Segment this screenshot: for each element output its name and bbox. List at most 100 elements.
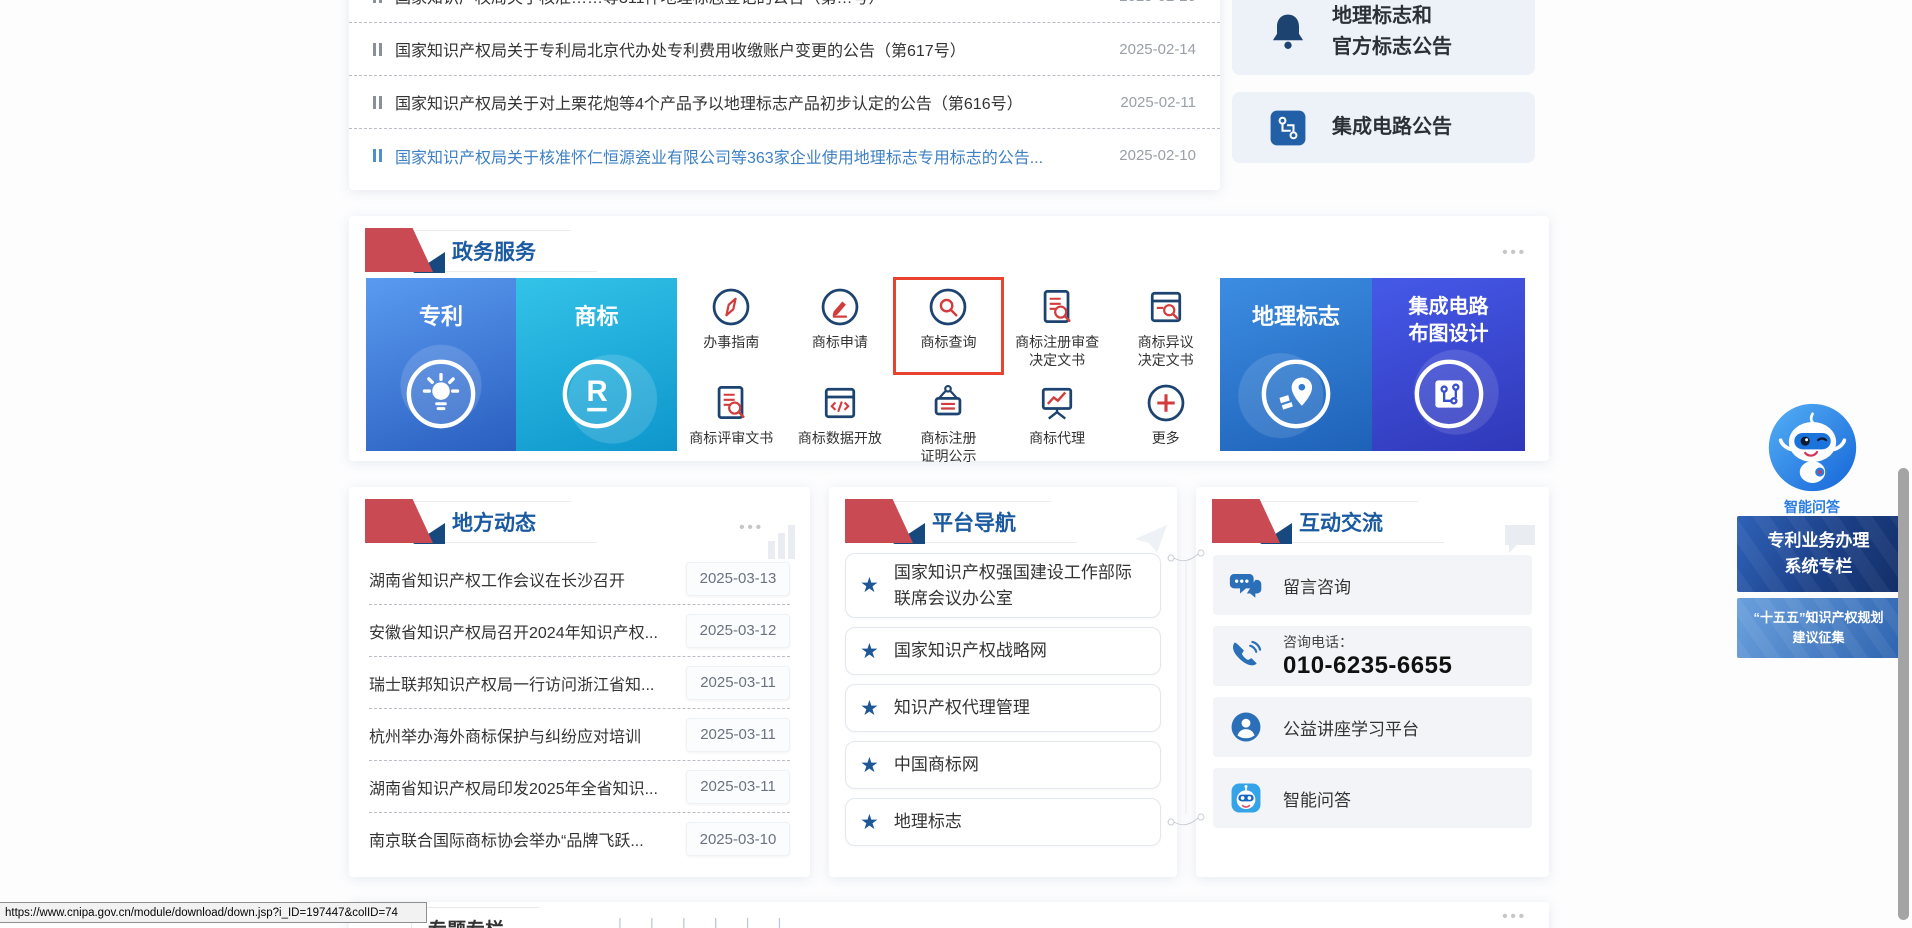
news-title[interactable]: 湖南省知识产权工作会议在长沙召开 [369, 567, 676, 591]
bottom-link[interactable] [764, 916, 796, 928]
interact-label: 留言咨询 [1283, 573, 1351, 598]
nav-link-item[interactable]: 中国商标网 [845, 741, 1161, 789]
doc-search-icon [1035, 285, 1079, 329]
phone-icon [1229, 639, 1263, 673]
star-icon [860, 573, 879, 598]
news-row[interactable]: 南京联合国际商标协会举办“品牌飞跃... 2025-03-10 [369, 813, 790, 865]
news-date: 2025-03-11 [686, 666, 790, 700]
list-marker-icon [373, 96, 382, 109]
more-dots-button[interactable]: ••• [1502, 908, 1527, 925]
scrollbar-thumb[interactable] [1898, 468, 1909, 920]
news-title[interactable]: 国家知识产权局关于核准……等311件地理标志登记的公告（第…号） [395, 0, 1103, 8]
news-row[interactable]: 安徽省知识产权局召开2024年知识产权... 2025-03-12 [369, 605, 790, 657]
news-date: 2025-03-13 [686, 562, 790, 596]
nav-link-item[interactable]: 国家知识产权强国建设工作部际联席会议办公室 [845, 553, 1161, 618]
service-item[interactable]: 更多 [1111, 374, 1220, 451]
interact-panel: 互动交流 留言咨询 咨询电话： 010-6235-6655 [1196, 487, 1549, 877]
news-title[interactable]: 南京联合国际商标协会举办“品牌飞跃... [369, 827, 676, 851]
cnipa-homepage: { "status_bar": { "url": "https://www.cn… [0, 0, 1912, 928]
bulb-icon [404, 357, 478, 431]
announcement-card[interactable]: 集成电路公告 [1232, 92, 1535, 163]
list-marker-icon [373, 43, 382, 56]
service-item[interactable]: 办事指南 [677, 278, 786, 374]
special-topics-tab: 专题专栏 [411, 907, 563, 928]
news-row[interactable]: 国家知识产权局关于对上栗花炮等4个产品予以地理标志产品初步认定的公告（第616号… [349, 76, 1220, 129]
service-item[interactable]: 商标查询 [894, 278, 1003, 374]
announcement-card[interactable]: 地理标志和 官方标志公告 [1232, 0, 1535, 75]
news-row[interactable]: 湖南省知识产权工作会议在长沙召开 2025-03-13 [369, 553, 790, 605]
news-row[interactable]: 湖南省知识产权局印发2025年全省知识... 2025-03-11 [369, 761, 790, 813]
service-item[interactable]: 商标数据开放 [786, 374, 895, 451]
tile-label: 地理标志 [1220, 302, 1372, 332]
panel-connector-decoration [1162, 538, 1210, 838]
service-label: 商标评审文书 [689, 429, 773, 447]
pen-icon [818, 285, 862, 329]
bell-icon [1266, 10, 1310, 54]
tile-ic-layout-design[interactable]: 集成电路 布图设计 [1372, 278, 1525, 451]
news-title[interactable]: 安徽省知识产权局召开2024年知识产权... [369, 619, 676, 643]
service-item[interactable]: 商标注册审查 决定文书 [1003, 278, 1112, 374]
phone-number: 010-6235-6655 [1283, 652, 1452, 680]
tile-geographic-indication[interactable]: 地理标志 [1220, 278, 1372, 451]
interact-item[interactable]: 留言咨询 [1213, 555, 1532, 615]
service-item[interactable]: 商标代理 [1003, 374, 1112, 451]
service-item[interactable]: 商标评审文书 [677, 374, 786, 451]
nav-link-label[interactable]: 知识产权代理管理 [894, 695, 1030, 721]
more-dots-button[interactable]: ••• [1502, 244, 1527, 261]
nav-link-label[interactable]: 国家知识产权强国建设工作部际联席会议办公室 [894, 560, 1146, 611]
nav-link-label[interactable]: 地理标志 [894, 809, 962, 835]
bottom-link[interactable] [700, 916, 732, 928]
patent-system-banner[interactable]: 专利业务办理 系统专栏 [1737, 516, 1900, 592]
ai-mascot-button[interactable] [1767, 402, 1858, 493]
nav-link-label[interactable]: 中国商标网 [894, 752, 979, 778]
news-title[interactable]: 国家知识产权局关于核准怀仁恒源瓷业有限公司等363家企业使用地理标志专用标志的公… [395, 144, 1103, 168]
bottom-link[interactable] [636, 916, 668, 928]
news-title[interactable]: 国家知识产权局关于对上栗花炮等4个产品予以地理标志产品初步认定的公告（第616号… [395, 90, 1104, 114]
service-label: 商标异议 决定文书 [1138, 333, 1194, 369]
news-title[interactable]: 湖南省知识产权局印发2025年全省知识... [369, 775, 676, 799]
service-item[interactable]: 商标申请 [786, 278, 895, 374]
news-row[interactable]: 国家知识产权局关于专利局北京代办处专利费用收缴账户变更的公告（第617号） 20… [349, 23, 1220, 76]
tile-trademark[interactable]: 商标 R [516, 278, 677, 451]
tile-patent[interactable]: 专利 [366, 278, 516, 451]
chip-icon [1412, 357, 1486, 431]
services-grid: 办事指南 商标申请 商标查询 商标注册审查 决定文书 商标异议 决定文书 商标评… [677, 278, 1220, 451]
list-marker-icon [373, 149, 382, 162]
news-title[interactable]: 国家知识产权局关于专利局北京代办处专利费用收缴账户变更的公告（第617号） [395, 37, 1103, 61]
nav-link-item[interactable]: 知识产权代理管理 [845, 684, 1161, 732]
interact-label: 咨询电话： [1283, 632, 1452, 652]
bottom-link[interactable] [604, 916, 636, 928]
service-label: 商标注册 证明公示 [920, 429, 976, 465]
ip-plan-collection-banner[interactable]: “十五五”知识产权规划 建议征集 [1737, 598, 1900, 658]
news-date: 2025-03-11 [686, 770, 790, 804]
news-row[interactable]: 国家知识产权局关于核准……等311件地理标志登记的公告（第…号） 2025-02… [349, 0, 1220, 23]
special-topics-strip: 专题专栏 ••• [349, 902, 1549, 928]
news-row[interactable]: 杭州举办海外商标保护与纠纷应对培训 2025-03-11 [369, 709, 790, 761]
service-item[interactable]: 商标异议 决定文书 [1111, 278, 1220, 374]
window-code-icon [818, 381, 862, 425]
nav-link-label[interactable]: 国家知识产权战略网 [894, 638, 1047, 664]
news-title[interactable]: 杭州举办海外商标保护与纠纷应对培训 [369, 723, 676, 747]
badge-icon [926, 381, 970, 425]
interact-item[interactable]: 公益讲座学习平台 [1213, 697, 1532, 757]
interact-item[interactable]: 咨询电话： 010-6235-6655 [1213, 626, 1532, 686]
bottom-link[interactable] [732, 916, 764, 928]
registered-icon: R [560, 357, 634, 431]
news-date: 2025-03-12 [686, 614, 790, 648]
more-dots-button[interactable]: ••• [739, 519, 764, 536]
news-title[interactable]: 瑞士联邦知识产权局一行访问浙江省知... [369, 671, 676, 695]
nav-link-item[interactable]: 国家知识产权战略网 [845, 627, 1161, 675]
chat-icon [1229, 568, 1263, 602]
interact-item[interactable]: 智能问答 [1213, 768, 1532, 828]
nav-link-item[interactable]: 地理标志 [845, 798, 1161, 846]
bottom-link[interactable] [668, 916, 700, 928]
star-icon [860, 639, 879, 664]
news-row[interactable]: 瑞士联邦知识产权局一行访问浙江省知... 2025-03-11 [369, 657, 790, 709]
service-item[interactable]: 商标注册 证明公示 [894, 374, 1003, 451]
news-date: 2025-03-10 [686, 822, 790, 856]
news-date: 2025-02-10 [1119, 147, 1196, 164]
compass-icon [709, 285, 753, 329]
plus-icon [1144, 381, 1188, 425]
status-url-text: https://www.cnipa.gov.cn/module/download… [5, 907, 398, 919]
news-row[interactable]: 国家知识产权局关于核准怀仁恒源瓷业有限公司等363家企业使用地理标志专用标志的公… [349, 129, 1220, 182]
